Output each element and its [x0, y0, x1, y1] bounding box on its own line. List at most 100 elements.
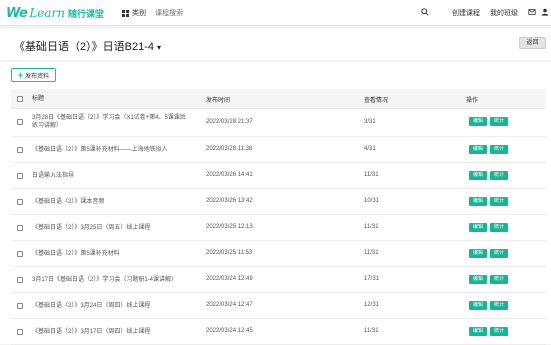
category-menu[interactable]: 类别: [122, 8, 146, 18]
row-checkbox[interactable]: [17, 225, 23, 231]
row-title[interactable]: 《基础日语（2）》3月17日（周四）线上课程: [32, 328, 192, 336]
row-actions: 编辑 统计: [469, 197, 508, 206]
row-time: 2022/03/24 12:49: [206, 276, 253, 282]
edit-button[interactable]: 编辑: [469, 301, 487, 310]
plus-icon: +: [17, 70, 24, 80]
row-title[interactable]: 3月17日《基础日语（2）》学习会（习题册1-4课讲解）: [32, 276, 207, 284]
page-title[interactable]: 《基础日语（2）》日语B21-4 ▾: [14, 38, 161, 54]
row-title[interactable]: 日语输入法指导: [32, 172, 192, 180]
row-views: 11/31: [364, 172, 379, 178]
row-actions: 编辑 统计: [469, 249, 508, 258]
logo[interactable]: We Learn 随行课堂: [6, 4, 104, 22]
logo-chinese: 随行课堂: [68, 8, 105, 19]
main-panel: 《基础日语（2）》日语B21-4 ▾ 返回 + 发布资料 标题 发布时间 查看情…: [0, 28, 551, 345]
top-bar: We Learn 随行课堂 类别 创建课程 我的班级: [0, 0, 551, 26]
row-title[interactable]: 《基础日语（2）》3月25日（周五）线上课程: [32, 224, 192, 232]
row-checkbox[interactable]: [17, 119, 23, 125]
row-views: 11/31: [364, 250, 379, 256]
table-row: 3月28日《基础日语（2）》学习会（X1试卷+第4、5课课后练习讲解） 2022…: [11, 109, 546, 137]
header-time: 发布时间: [206, 98, 231, 104]
stats-button[interactable]: 统计: [490, 197, 508, 206]
divider: [0, 60, 551, 62]
row-time: 2022/03/26 13:42: [206, 198, 253, 204]
row-actions: 编辑 统计: [469, 275, 508, 284]
row-title[interactable]: 《基础日语（2）》3月24日（周四）线上课程: [32, 302, 192, 310]
create-course-link[interactable]: 创建课程: [452, 8, 480, 18]
row-checkbox[interactable]: [17, 173, 23, 179]
select-all-checkbox[interactable]: [17, 96, 23, 102]
edit-button[interactable]: 编辑: [469, 145, 487, 154]
row-views: 11/31: [364, 328, 379, 334]
stats-button[interactable]: 统计: [490, 327, 508, 336]
row-time: 2022/03/28 21:37: [206, 119, 253, 125]
stats-button[interactable]: 统计: [490, 275, 508, 284]
edit-button[interactable]: 编辑: [469, 117, 487, 126]
row-time: 2022/03/24 12:45: [206, 328, 253, 334]
category-label: 类别: [132, 10, 146, 17]
materials-table: 标题 发布时间 查看情况 操作 3月28日《基础日语（2）》学习会（X1试卷+第…: [11, 89, 546, 345]
row-time: 2022/03/25 11:53: [206, 250, 253, 256]
edit-button[interactable]: 编辑: [469, 327, 487, 336]
stats-button[interactable]: 统计: [490, 145, 508, 154]
stats-button[interactable]: 统计: [490, 171, 508, 180]
edit-button[interactable]: 编辑: [469, 223, 487, 232]
table-row: 《基础日语（2）》课本音频 2022/03/26 13:42 10/31 编辑 …: [11, 189, 546, 215]
table-header: 标题 发布时间 查看情况 操作: [11, 89, 546, 109]
row-actions: 编辑 统计: [469, 145, 508, 154]
row-actions: 编辑 统计: [469, 327, 508, 336]
header-ops: 操作: [466, 98, 479, 104]
row-views: 3/31: [364, 119, 376, 125]
back-button[interactable]: 返回: [519, 37, 546, 49]
row-title[interactable]: 3月28日《基础日语（2）》学习会（X1试卷+第4、5课课后练习讲解）: [32, 114, 187, 130]
header-views: 查看情况: [364, 98, 389, 104]
table-row: 日语输入法指导 2022/03/26 14:41 11/31 编辑 统计: [11, 163, 546, 189]
row-checkbox[interactable]: [17, 277, 23, 283]
table-row: 3月17日《基础日语（2）》学习会（习题册1-4课讲解） 2022/03/24 …: [11, 267, 546, 293]
publish-label: 发布资料: [25, 73, 50, 80]
row-views: 4/31: [364, 146, 376, 152]
user-icon[interactable]: [541, 8, 549, 16]
row-checkbox[interactable]: [17, 147, 23, 153]
table-row: 《基础日语（2）》3月24日（周四）线上课程 2022/03/24 12:47 …: [11, 293, 546, 319]
edit-button[interactable]: 编辑: [469, 249, 487, 258]
row-views: 11/31: [364, 224, 379, 230]
row-time: 2022/03/26 14:41: [206, 172, 253, 178]
logo-learn: Learn: [29, 6, 66, 20]
row-checkbox[interactable]: [17, 251, 23, 257]
table-row: 《基础日语（2）》3月25日（周五）线上课程 2022/03/25 12:13 …: [11, 215, 546, 241]
table-row: 《基础日语（2）》第5课补充材料 2022/03/25 11:53 11/31 …: [11, 241, 546, 267]
row-checkbox[interactable]: [17, 329, 23, 335]
row-views: 12/31: [364, 302, 380, 308]
header-title: 标题: [32, 96, 45, 102]
stats-button[interactable]: 统计: [490, 301, 508, 310]
row-views: 17/31: [364, 276, 380, 282]
stats-button[interactable]: 统计: [490, 223, 508, 232]
stats-button[interactable]: 统计: [490, 249, 508, 258]
row-title[interactable]: 《基础日语（2）》第5课补充材料——上海地铁拟人: [32, 146, 207, 154]
search-input[interactable]: [155, 6, 430, 20]
row-actions: 编辑 统计: [469, 301, 508, 310]
search-icon[interactable]: [421, 8, 429, 16]
row-checkbox[interactable]: [17, 303, 23, 309]
my-classes-link[interactable]: 我的班级: [490, 8, 518, 18]
row-views: 10/31: [364, 198, 380, 204]
row-title[interactable]: 《基础日语（2）》第5课补充材料: [32, 250, 192, 258]
table-row: 《基础日语（2）》第5课补充材料——上海地铁拟人 2022/03/28 11:3…: [11, 137, 546, 163]
row-checkbox[interactable]: [17, 199, 23, 205]
grid-icon: [122, 9, 129, 17]
edit-button[interactable]: 编辑: [469, 275, 487, 284]
row-time: 2022/03/25 12:13: [206, 224, 253, 230]
edit-button[interactable]: 编辑: [469, 171, 487, 180]
row-time: 2022/03/24 12:47: [206, 302, 253, 308]
row-actions: 编辑 统计: [469, 117, 508, 126]
stats-button[interactable]: 统计: [490, 117, 508, 126]
publish-button[interactable]: + 发布资料: [11, 68, 56, 82]
mail-icon[interactable]: [528, 8, 536, 16]
row-time: 2022/03/28 11:38: [206, 146, 253, 152]
row-actions: 编辑 统计: [469, 223, 508, 232]
chevron-down-icon[interactable]: ▾: [157, 43, 161, 52]
row-title[interactable]: 《基础日语（2）》课本音频: [32, 198, 192, 206]
row-actions: 编辑 统计: [469, 171, 508, 180]
table-row: 《基础日语（2）》3月17日（周四）线上课程 2022/03/24 12:45 …: [11, 319, 546, 345]
edit-button[interactable]: 编辑: [469, 197, 487, 206]
